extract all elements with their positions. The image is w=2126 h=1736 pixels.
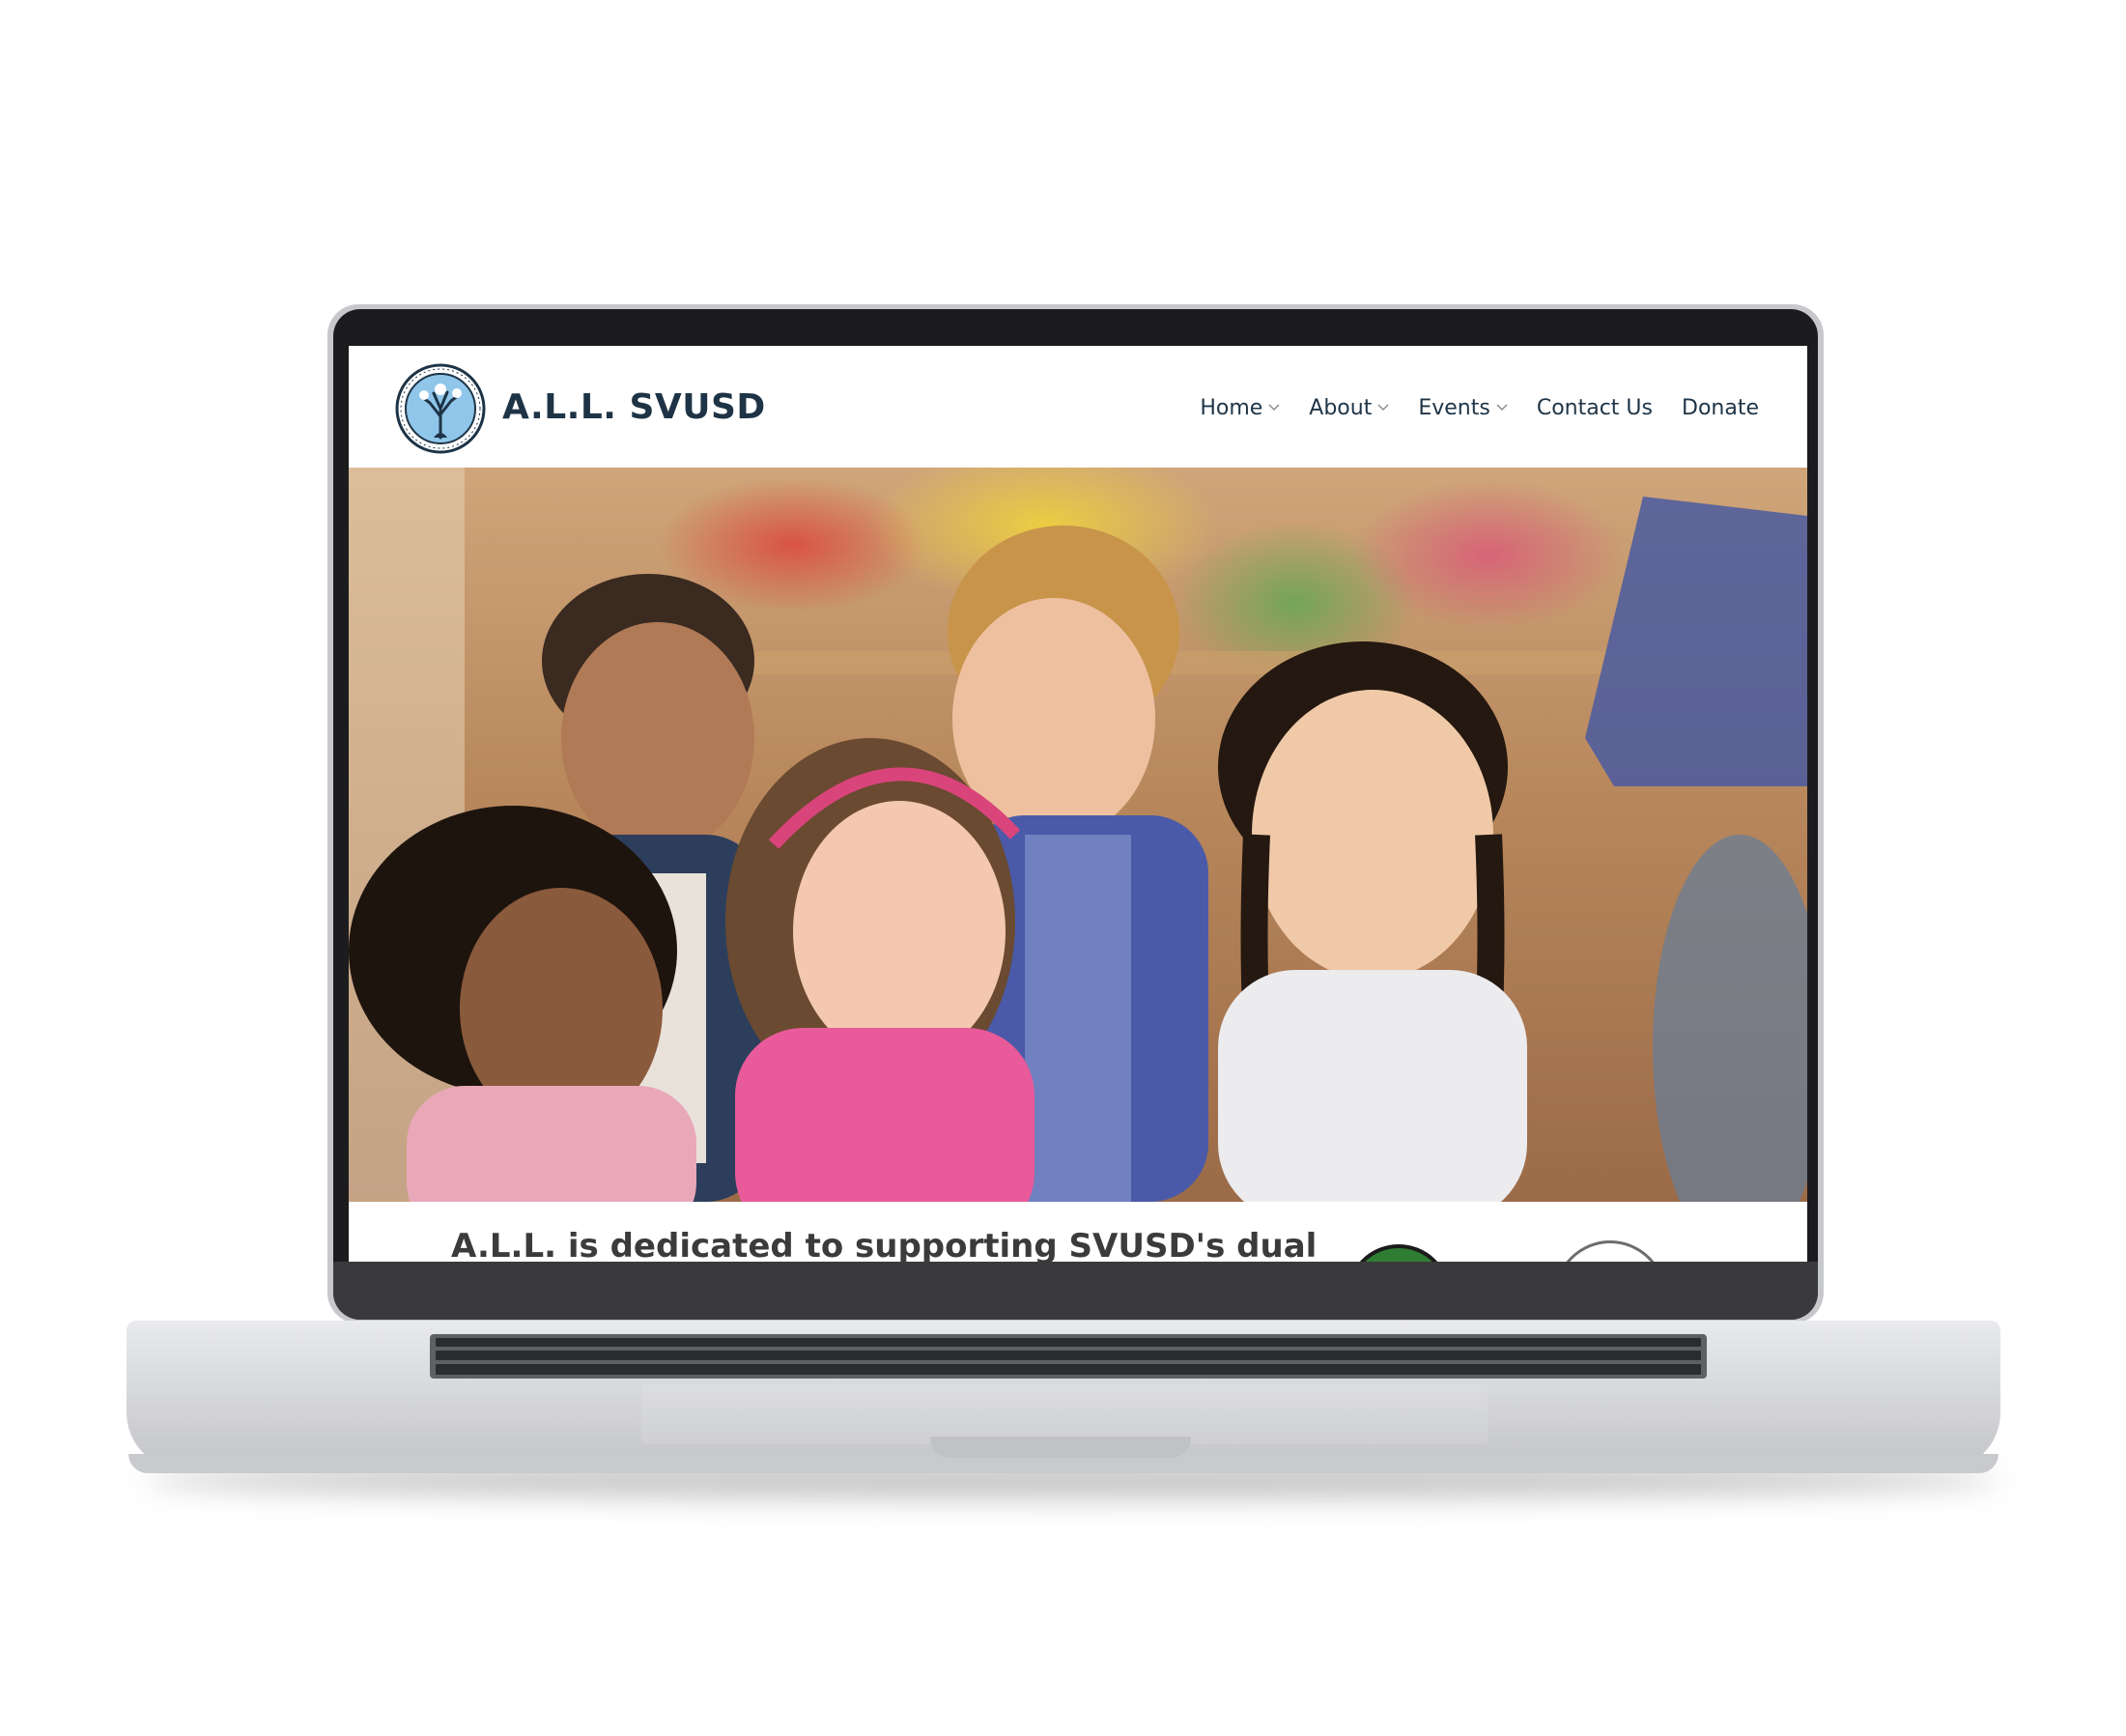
nav-label: Events [1418,395,1490,420]
browser-screen: A.L.L. SVUSD Home About Events Contact U… [349,346,1807,1262]
nav-item-contact-us[interactable]: Contact Us [1537,396,1653,420]
laptop-keyboard [430,1334,1707,1379]
nav-label: About [1309,395,1373,420]
nav-item-home[interactable]: Home [1200,396,1280,420]
nav-label: Donate [1682,395,1759,420]
chevron-down-icon [1496,404,1508,411]
partner-badge-green [1346,1244,1451,1262]
nav-item-events[interactable]: Events [1418,396,1508,420]
laptop-notch [930,1437,1191,1458]
chevron-down-icon [1377,404,1389,411]
partner-badge-logo [1554,1240,1666,1262]
speaker-grille-left [285,1329,411,1385]
main-nav: Home About Events Contact Us Donate [1200,386,1759,429]
laptop-bezel-chin [333,1262,1818,1320]
speaker-grille-right [1716,1329,1842,1385]
site-brand-title[interactable]: A.L.L. SVUSD [502,379,766,437]
chevron-down-icon [1268,404,1280,411]
site-header: A.L.L. SVUSD Home About Events Contact U… [349,346,1807,468]
tree-logo-icon[interactable] [395,358,486,459]
nav-label: Contact Us [1536,395,1653,420]
hero-image [349,468,1807,1202]
laptop-trackpad [641,1384,1488,1444]
intro-heading: A.L.L. is dedicated to supporting SVUSD'… [451,1227,1318,1262]
laptop-mockup: A.L.L. SVUSD Home About Events Contact U… [0,0,2126,1736]
nav-label: Home [1200,395,1263,420]
nav-item-about[interactable]: About [1309,396,1389,420]
nav-item-donate[interactable]: Donate [1682,396,1759,420]
intro-section: A.L.L. is dedicated to supporting SVUSD'… [349,1202,1807,1262]
